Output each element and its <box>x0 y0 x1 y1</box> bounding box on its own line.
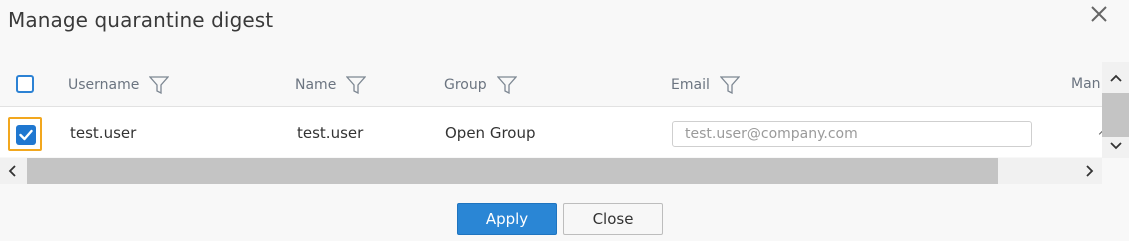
users-grid: Username Name Group Email Man test.user … <box>0 62 1129 184</box>
cell-username: test.user <box>70 124 137 142</box>
cell-name: test.user <box>297 124 364 142</box>
filter-icon[interactable] <box>345 76 367 95</box>
column-header-username[interactable]: Username <box>68 76 170 95</box>
check-icon <box>19 129 33 141</box>
filter-icon[interactable] <box>719 76 741 95</box>
column-label-email: Email <box>671 77 710 93</box>
scrollbar-corner <box>1102 158 1129 184</box>
row-checkbox-focus <box>8 117 42 151</box>
filter-icon[interactable] <box>148 76 170 95</box>
column-label-manage: Man <box>1071 76 1101 92</box>
horizontal-scrollbar-thumb[interactable] <box>27 158 998 184</box>
column-label-name: Name <box>295 77 337 93</box>
column-label-group: Group <box>444 77 487 93</box>
select-all-checkbox[interactable] <box>16 75 34 93</box>
column-label-username: Username <box>68 77 140 93</box>
apply-button[interactable]: Apply <box>457 203 557 235</box>
column-header-email[interactable]: Email <box>671 76 741 95</box>
vertical-scrollbar-thumb[interactable] <box>1102 93 1129 137</box>
cell-group: Open Group <box>445 124 536 142</box>
column-header-manage[interactable]: Man <box>1071 76 1101 92</box>
scroll-up-icon[interactable] <box>1102 70 1129 86</box>
scroll-down-icon[interactable] <box>1102 138 1129 154</box>
column-header-group[interactable]: Group <box>444 76 518 95</box>
column-header-name[interactable]: Name <box>295 76 367 95</box>
scroll-left-icon[interactable] <box>4 163 20 179</box>
row-select-checkbox[interactable] <box>16 125 36 145</box>
email-field[interactable] <box>672 121 1032 147</box>
filter-icon[interactable] <box>496 76 518 95</box>
close-button[interactable]: Close <box>563 203 663 235</box>
close-icon[interactable] <box>1089 4 1109 24</box>
scroll-right-icon[interactable] <box>1082 163 1098 179</box>
table-header: Username Name Group Email Man <box>0 62 1102 107</box>
dialog-title: Manage quarantine digest <box>8 8 274 32</box>
